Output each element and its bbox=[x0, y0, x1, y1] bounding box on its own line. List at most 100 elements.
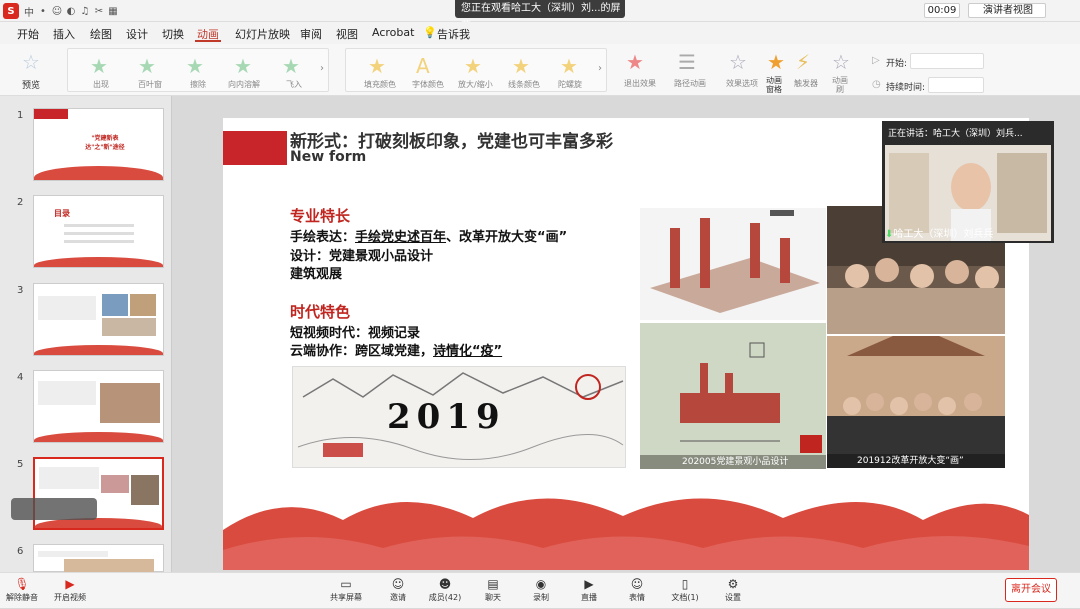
thumb-image bbox=[64, 559, 154, 573]
leave-meeting-button[interactable]: 离开会议 bbox=[1005, 578, 1057, 602]
chevron-right-icon[interactable]: › bbox=[598, 63, 602, 74]
reaction-button[interactable]: ☺ 表情 bbox=[615, 573, 659, 609]
emoji-icon[interactable]: ☺ bbox=[50, 4, 64, 18]
thumb-text bbox=[38, 296, 96, 320]
invite-button[interactable]: ☺ 邀请 bbox=[376, 573, 420, 609]
settings-button[interactable]: ⚙ 设置 bbox=[711, 573, 755, 609]
text-part: 、改革开放大变“画” bbox=[446, 230, 568, 245]
duration-input[interactable] bbox=[928, 77, 984, 93]
menu-tell-me[interactable]: 告诉我 bbox=[437, 26, 470, 42]
start-video-button[interactable]: ▶ 开启视频 bbox=[48, 573, 92, 609]
caption-reform: 201912改革开放大变“画” bbox=[857, 456, 964, 466]
effect-label[interactable]: 向内溶解 bbox=[228, 79, 260, 90]
text-line-video[interactable]: 短视频时代：视频记录 bbox=[290, 322, 420, 341]
section-heading-era[interactable]: 时代特色 bbox=[290, 301, 350, 322]
effect-wipe-icon[interactable]: ★ bbox=[186, 54, 204, 78]
effect-dissolve-icon[interactable]: ★ bbox=[234, 54, 252, 78]
path-animation-label[interactable]: 路径动画 bbox=[674, 78, 706, 89]
effect-options-label[interactable]: 效果选项 bbox=[726, 78, 758, 89]
animation-pane-label[interactable]: 动画 窗格 bbox=[766, 76, 782, 94]
record-label: 录制 bbox=[533, 593, 549, 602]
effect-label[interactable]: 出现 bbox=[93, 79, 109, 90]
video-off-icon: ▶ bbox=[65, 577, 75, 591]
emphasis-grow-icon[interactable]: ★ bbox=[464, 54, 482, 78]
landscape-3d-model-image[interactable] bbox=[640, 208, 826, 320]
music-icon[interactable]: ♫ bbox=[78, 4, 92, 18]
effect-fly-in-icon[interactable]: ★ bbox=[282, 54, 300, 78]
slide-thumbnail-2[interactable]: 目录 bbox=[33, 195, 164, 268]
model-drawing bbox=[650, 210, 820, 313]
menu-slideshow[interactable]: 幻灯片放映 bbox=[235, 26, 290, 42]
presenter-view-dropdown[interactable]: 演讲者视图 bbox=[968, 3, 1046, 18]
chevron-right-icon[interactable]: › bbox=[320, 63, 324, 74]
unmute-button[interactable]: 🎙 解除静音 bbox=[0, 573, 44, 609]
menu-transitions[interactable]: 切换 bbox=[162, 26, 184, 42]
trigger-label[interactable]: 触发器 bbox=[794, 78, 818, 89]
floating-controls[interactable] bbox=[11, 498, 97, 520]
docs-button[interactable]: ▯ 文档(1) bbox=[663, 573, 707, 609]
dot-icon[interactable]: • bbox=[36, 4, 50, 18]
menu-draw[interactable]: 绘图 bbox=[90, 26, 112, 42]
emphasis-label[interactable]: 填充颜色 bbox=[364, 79, 396, 90]
menu-home[interactable]: 开始 bbox=[17, 26, 39, 42]
members-button[interactable]: ☻ 成员(42) bbox=[423, 573, 467, 609]
emphasis-font-icon[interactable]: A bbox=[416, 54, 430, 78]
emphasis-label[interactable]: 字体颜色 bbox=[412, 79, 444, 90]
effect-label[interactable]: 擦除 bbox=[190, 79, 206, 90]
grid-icon[interactable]: ▦ bbox=[106, 4, 120, 18]
mic-icon[interactable]: ◐ bbox=[64, 4, 78, 18]
input-method-icon[interactable]: 中 bbox=[22, 4, 36, 19]
text-line-design[interactable]: 设计：党建景观小品设计 bbox=[290, 245, 433, 264]
chat-button[interactable]: ▤ 聊天 bbox=[471, 573, 515, 609]
effect-label[interactable]: 飞入 bbox=[286, 79, 302, 90]
slide-number: 2 bbox=[17, 197, 24, 208]
section-heading-expertise[interactable]: 专业特长 bbox=[290, 205, 350, 226]
animation-pane-icon[interactable]: ★ bbox=[767, 50, 785, 74]
animation-brush-label[interactable]: 动画 刷 bbox=[832, 76, 848, 94]
app-logo-icon[interactable]: S bbox=[3, 3, 19, 19]
animation-brush-icon[interactable]: ☆ bbox=[832, 50, 850, 74]
menu-acrobat[interactable]: Acrobat bbox=[372, 26, 414, 39]
thumb-image bbox=[100, 383, 160, 423]
start-label: 开始: bbox=[886, 59, 908, 69]
menu-view[interactable]: 视图 bbox=[336, 26, 358, 42]
chat-label: 聊天 bbox=[485, 593, 501, 602]
slide-thumbnail-4[interactable] bbox=[33, 370, 164, 443]
live-button[interactable]: ▶ 直播 bbox=[567, 573, 611, 609]
speaker-name: ⬇哈工大（深圳）刘兵兵 bbox=[885, 229, 994, 240]
effect-appear-icon[interactable]: ★ bbox=[90, 54, 108, 78]
slide-subtitle[interactable]: New form bbox=[290, 149, 366, 165]
start-dropdown[interactable] bbox=[910, 53, 984, 69]
text-line-exhibition[interactable]: 建筑观展 bbox=[290, 263, 342, 282]
emphasis-label[interactable]: 放大/缩小 bbox=[458, 79, 493, 90]
emphasis-spin-icon[interactable]: ★ bbox=[560, 54, 578, 78]
menu-insert[interactable]: 插入 bbox=[53, 26, 75, 42]
record-button[interactable]: ◉ 录制 bbox=[519, 573, 563, 609]
handdrawn-2019-image[interactable]: 2019 bbox=[292, 366, 626, 468]
slide-thumbnail-3[interactable] bbox=[33, 283, 164, 356]
speaker-video-panel[interactable]: 正在讲话：哈工大（深圳）刘兵... ⬇哈工大（深圳）刘兵兵 bbox=[882, 121, 1054, 243]
event-photo-2[interactable]: 201912改革开放大变“画” bbox=[827, 336, 1005, 468]
landscape-elevation-image[interactable]: 202005党建景观小品设计 bbox=[640, 323, 826, 469]
exit-effects-label[interactable]: 退出效果 bbox=[624, 78, 656, 89]
scissors-icon[interactable]: ✂ bbox=[92, 4, 106, 18]
exit-effects-icon[interactable]: ★ bbox=[626, 50, 644, 74]
trigger-icon[interactable]: ⚡ bbox=[796, 50, 810, 74]
path-animation-icon[interactable]: ☰ bbox=[678, 50, 696, 74]
effect-label[interactable]: 百叶窗 bbox=[138, 79, 162, 90]
preview-label[interactable]: 预览 bbox=[22, 78, 40, 91]
menu-design[interactable]: 设计 bbox=[126, 26, 148, 42]
emphasis-label[interactable]: 陀螺旋 bbox=[558, 79, 582, 90]
effect-options-icon[interactable]: ☆ bbox=[729, 50, 747, 74]
slide-thumbnail-1[interactable]: "党建新表达"之"新"途径 bbox=[33, 108, 164, 181]
emphasis-line-icon[interactable]: ★ bbox=[512, 54, 530, 78]
preview-icon[interactable]: ☆ bbox=[22, 50, 40, 74]
emphasis-fill-icon[interactable]: ★ bbox=[368, 54, 386, 78]
menu-review[interactable]: 审阅 bbox=[300, 26, 322, 42]
text-line-handdrawn[interactable]: 手绘表达：手绘党史述百年、改革开放大变“画” bbox=[290, 226, 567, 245]
slide-thumbnail-6[interactable] bbox=[33, 544, 164, 573]
share-screen-button[interactable]: ▭ 共享屏幕 bbox=[324, 573, 368, 609]
effect-blinds-icon[interactable]: ★ bbox=[138, 54, 156, 78]
text-line-cloud[interactable]: 云端协作：跨区域党建，诗情化“疫” bbox=[290, 340, 502, 359]
emphasis-label[interactable]: 线条颜色 bbox=[508, 79, 540, 90]
